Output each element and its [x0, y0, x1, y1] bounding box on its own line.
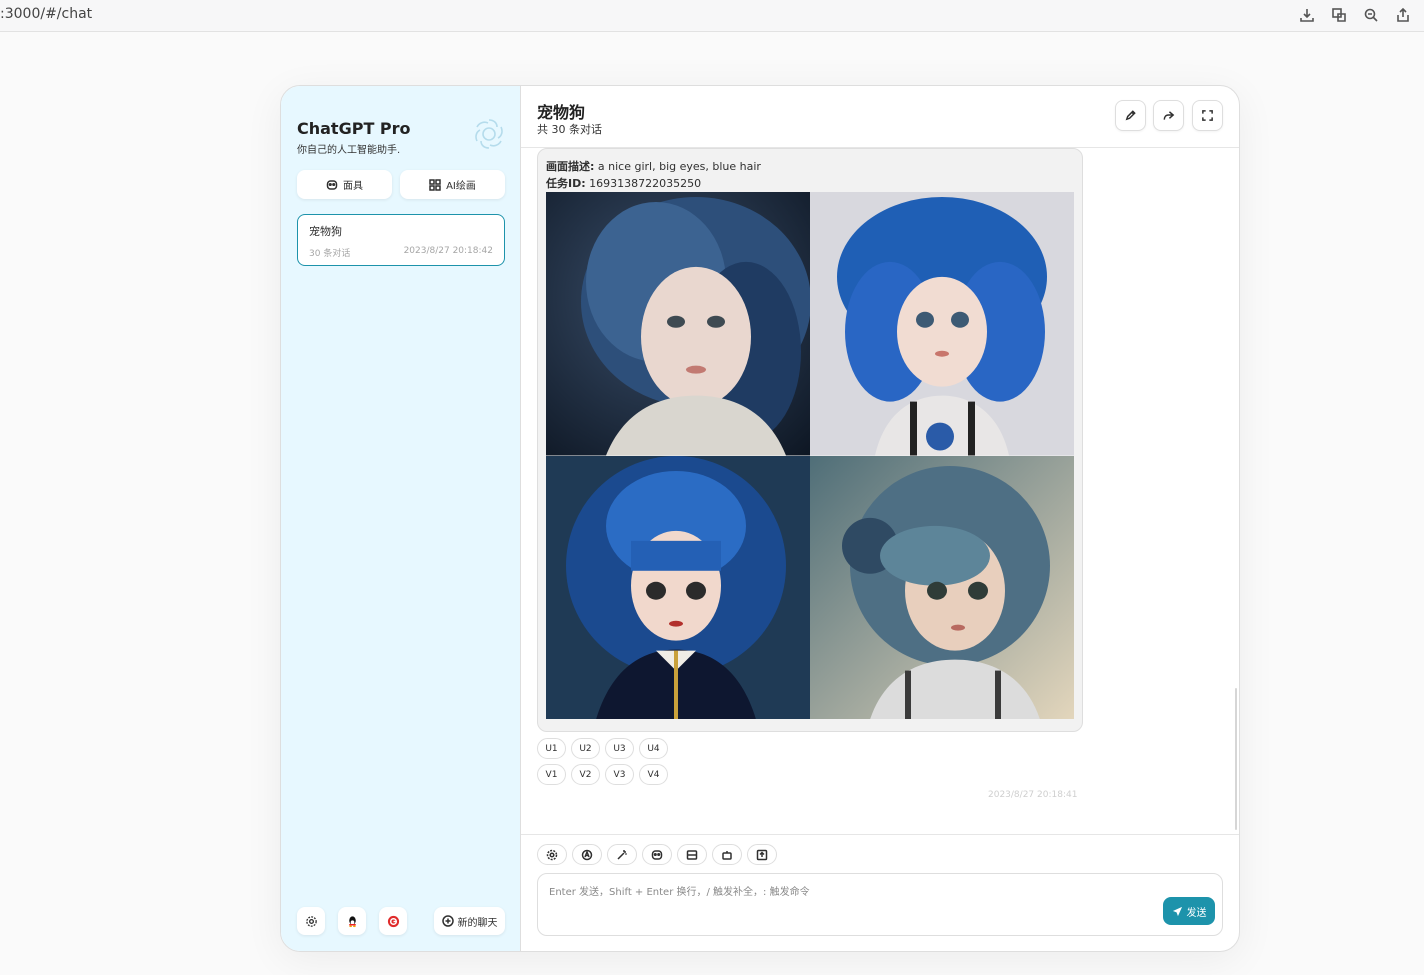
upload-icon — [756, 849, 768, 860]
fullscreen-button[interactable] — [1192, 100, 1223, 131]
upscale-actions: U1 U2 U3 U4 — [537, 738, 668, 759]
generated-image-grid[interactable] — [546, 192, 1074, 719]
upscale-button-4[interactable]: U4 — [639, 738, 668, 759]
message-input-placeholder: Enter 发送，Shift + Enter 换行，/ 触发补全，: 触发命令 — [549, 887, 810, 898]
chat-list-item[interactable]: 宠物狗 30 条对话 2023/8/27 20:18:42 — [297, 214, 505, 266]
message-input[interactable]: Enter 发送，Shift + Enter 换行，/ 触发补全，: 触发命令 — [537, 873, 1223, 936]
mask-tool-button[interactable] — [642, 844, 672, 865]
zoom-icon[interactable] — [1362, 6, 1380, 24]
chat-toolbar — [537, 844, 777, 865]
chat-item-count: 30 条对话 — [309, 249, 351, 259]
variation-actions: V1 V2 V3 V4 — [537, 764, 668, 785]
task-id: 任务ID: 1693138722035250 — [546, 177, 702, 190]
variation-button-3[interactable]: V3 — [605, 764, 634, 785]
upscale-button-3[interactable]: U3 — [605, 738, 634, 759]
settings-icon — [305, 915, 317, 927]
chat-title[interactable]: 宠物狗 — [537, 99, 585, 123]
prompt-tool-button[interactable] — [607, 844, 637, 865]
send-button[interactable]: 发送 — [1163, 897, 1215, 925]
download-icon[interactable] — [1298, 6, 1316, 24]
send-icon — [1172, 906, 1182, 916]
app-subtitle: 你自己的人工智能助手. — [297, 145, 401, 156]
chat-main: 宠物狗 共 30 条对话 画面描述: a nice girl, big eyes… — [521, 86, 1239, 951]
share-icon[interactable] — [1394, 6, 1412, 24]
settings-tool-button[interactable] — [537, 844, 567, 865]
generated-image-3[interactable] — [546, 455, 810, 719]
generated-image-1[interactable] — [546, 192, 810, 456]
share-arrow-icon — [1163, 111, 1175, 120]
openai-logo-icon — [471, 116, 507, 152]
generated-image-4[interactable] — [810, 455, 1074, 719]
theme-tool-button[interactable] — [572, 844, 602, 865]
ai-draw-button-label: AI绘画 — [446, 181, 476, 192]
variation-button-1[interactable]: V1 — [537, 764, 566, 785]
generated-image-2[interactable] — [810, 192, 1074, 456]
upload-tool-button[interactable] — [747, 844, 777, 865]
weibo-button[interactable] — [379, 907, 407, 935]
upscale-button-2[interactable]: U2 — [571, 738, 600, 759]
chat-item-title: 宠物狗 — [309, 225, 342, 238]
message-date: 2023/8/27 20:18:41 — [988, 790, 1078, 800]
weibo-icon — [387, 915, 399, 927]
ai-draw-button[interactable]: AI绘画 — [400, 170, 505, 199]
browser-tools — [1298, 6, 1412, 24]
add-icon — [441, 915, 454, 927]
send-button-label: 发送 — [1186, 907, 1207, 919]
qq-icon — [348, 915, 356, 927]
sidebar: ChatGPT Pro 你自己的人工智能助手. 面具 AI绘画 宠物狗 30 条… — [281, 86, 521, 951]
magic-wand-icon — [617, 849, 628, 860]
chat-header: 宠物狗 共 30 条对话 — [521, 86, 1239, 148]
robot-tool-button[interactable] — [712, 844, 742, 865]
upscale-button-1[interactable]: U1 — [537, 738, 566, 759]
qq-button[interactable] — [338, 907, 366, 935]
chat-subtitle: 共 30 条对话 — [537, 123, 602, 136]
chat-item-time: 2023/8/27 20:18:42 — [403, 246, 493, 256]
new-chat-button[interactable]: 新的聊天 — [434, 907, 505, 935]
app-window: ChatGPT Pro 你自己的人工智能助手. 面具 AI绘画 宠物狗 30 条… — [280, 85, 1240, 952]
sidebar-footer: 新的聊天 — [297, 907, 505, 935]
clear-tool-button[interactable] — [677, 844, 707, 865]
address-bar[interactable]: :3000/#/chat — [0, 6, 92, 22]
settings-button[interactable] — [297, 907, 325, 935]
fullscreen-icon — [1202, 110, 1213, 121]
message-list: 画面描述: a nice girl, big eyes, blue hair 任… — [521, 148, 1239, 834]
variation-button-2[interactable]: V2 — [571, 764, 600, 785]
variation-button-4[interactable]: V4 — [639, 764, 668, 785]
bot-message: 画面描述: a nice girl, big eyes, blue hair 任… — [537, 148, 1083, 732]
pencil-icon — [1125, 110, 1136, 121]
mask-icon — [651, 849, 663, 860]
rename-button[interactable] — [1115, 100, 1146, 131]
share-button[interactable] — [1153, 100, 1184, 131]
mask-button[interactable]: 面具 — [297, 170, 392, 199]
prompt-description: 画面描述: a nice girl, big eyes, blue hair — [546, 160, 761, 173]
browser-bar: :3000/#/chat — [0, 0, 1424, 32]
app-title: ChatGPT Pro — [297, 119, 411, 138]
settings-icon — [546, 849, 558, 860]
new-chat-label: 新的聊天 — [457, 917, 498, 929]
mask-icon — [326, 179, 338, 190]
scrollbar[interactable] — [1235, 688, 1237, 830]
translate-icon[interactable] — [1330, 6, 1348, 24]
clear-icon — [686, 849, 698, 860]
input-panel: Enter 发送，Shift + Enter 换行，/ 触发补全，: 触发命令 … — [521, 834, 1239, 951]
mask-button-label: 面具 — [343, 181, 363, 192]
robot-icon — [722, 850, 732, 860]
grid-icon — [429, 178, 441, 191]
theme-icon — [581, 849, 593, 860]
